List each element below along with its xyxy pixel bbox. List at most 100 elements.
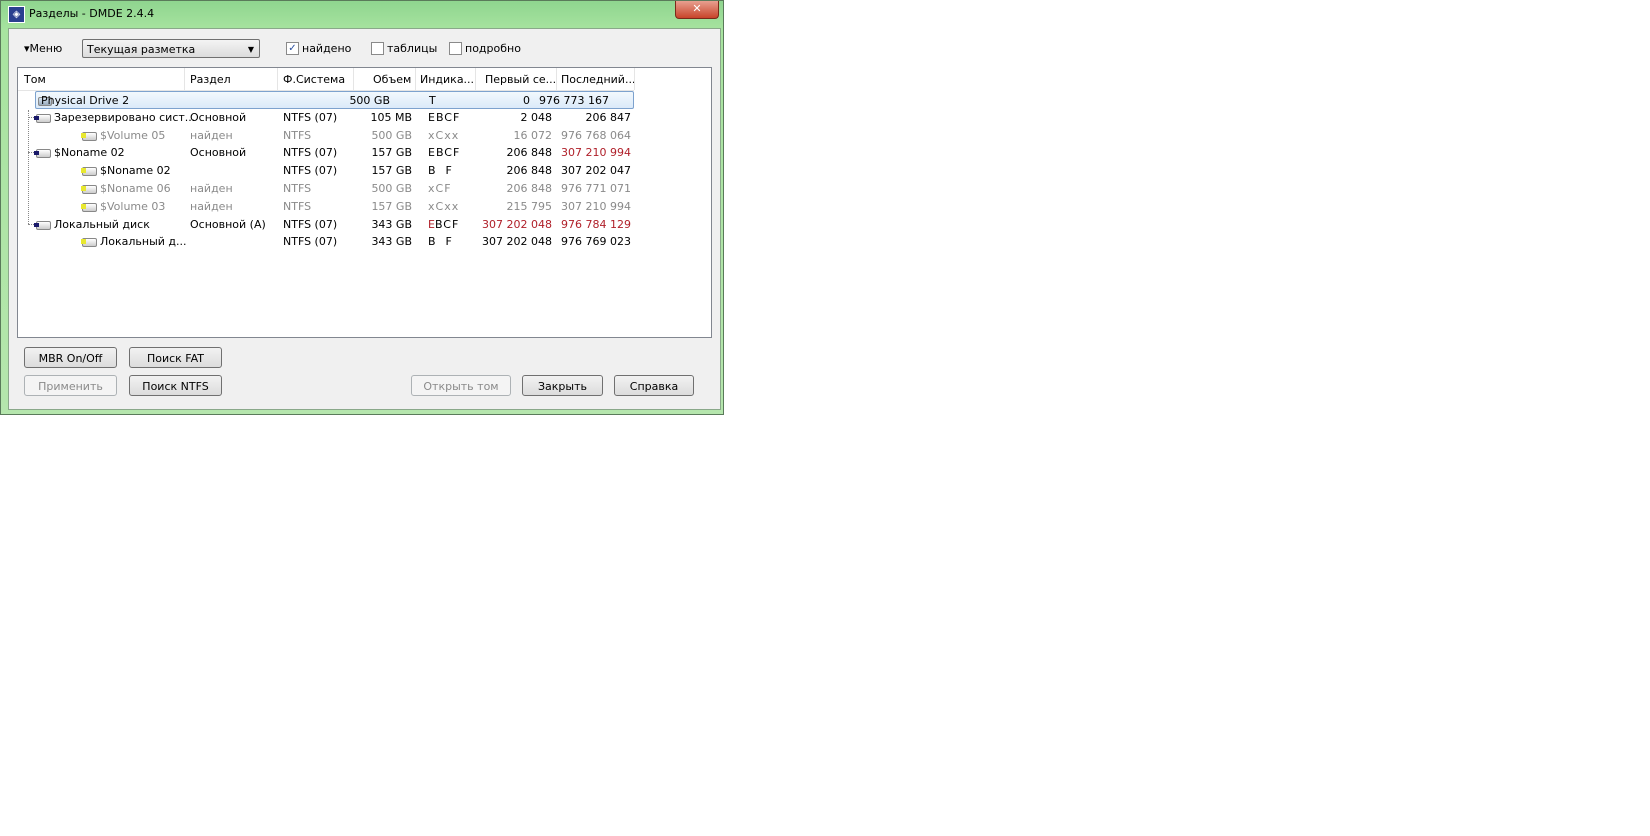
file-system: NTFS (07): [283, 110, 338, 124]
checkbox-tables[interactable]: таблицы: [371, 42, 437, 55]
indicators: B F: [428, 162, 453, 179]
help-button[interactable]: Справка: [614, 375, 694, 396]
checkbox-label: найдено: [302, 42, 352, 55]
volume-name: Physical Drive 2: [41, 94, 130, 107]
column-header-partition[interactable]: Раздел: [190, 73, 231, 86]
column-divider[interactable]: [475, 68, 476, 90]
indicator-error: E: [428, 217, 435, 231]
table-row[interactable]: $Noname 02 NTFS (07) 157 GB B F 206 848 307 2…: [18, 162, 638, 179]
file-system: NTFS (07): [283, 217, 338, 231]
partition-icon: [34, 220, 51, 230]
volume-name: Зарезервировано сист...: [54, 110, 196, 124]
partition-icon: [34, 149, 51, 159]
column-header-indicators[interactable]: Индика...: [420, 73, 474, 86]
volume-icon: [81, 167, 97, 177]
size: 343 GB: [371, 217, 412, 231]
first-sector: 206 848: [506, 164, 553, 178]
indicators: xCF: [428, 180, 452, 197]
column-header-size[interactable]: Объем: [373, 73, 411, 86]
table-row[interactable]: $Noname 02 Основной NTFS (07) 157 GB EBCF 206…: [18, 144, 638, 161]
menu-button[interactable]: ▾Меню: [24, 42, 62, 55]
checkbox-found[interactable]: ✓ найдено: [286, 42, 351, 55]
indicator-flags: xCF: [428, 182, 452, 195]
column-divider[interactable]: [634, 68, 635, 90]
indicator-flags: xCxx: [428, 128, 460, 142]
indicators: EBCF: [428, 144, 460, 161]
last-sector: 976 771 071: [561, 182, 631, 195]
column-divider[interactable]: [556, 68, 557, 90]
column-header-volume[interactable]: Том: [24, 73, 46, 86]
partitions-list[interactable]: Том Раздел Ф.Система Объем Индика... Пер…: [17, 67, 712, 338]
checkbox-label: подробно: [465, 42, 521, 55]
table-row[interactable]: Зарезервировано сист... Основной NTFS (07)…: [18, 109, 638, 126]
table-row[interactable]: $Noname 06 найден NTFS 500 GB xCF 206 848 976 …: [18, 180, 638, 197]
dropdown-value: Текущая разметка: [87, 43, 196, 56]
open-volume-button[interactable]: Открыть том: [411, 375, 511, 396]
volume-icon: [81, 131, 97, 141]
first-sector: 2 048: [520, 110, 553, 124]
size: 157 GB: [371, 146, 412, 160]
layout-dropdown[interactable]: Текущая разметка ▼: [82, 39, 260, 58]
column-header-first-sector[interactable]: Первый се...: [485, 73, 556, 86]
column-divider[interactable]: [277, 68, 278, 90]
window-title: Разделы - DMDE 2.4.4: [29, 7, 155, 20]
last-sector: 976 769 023: [561, 235, 631, 249]
file-system: NTFS (07): [283, 164, 338, 178]
last-sector: 976 773 167: [539, 94, 609, 107]
last-sector: 976 784 129: [561, 217, 631, 231]
volume-name: $Noname 06: [100, 182, 171, 195]
file-system: NTFS (07): [283, 235, 338, 249]
indicators: T: [429, 92, 437, 109]
indicator-flags: T: [429, 94, 437, 107]
checkbox-detailed[interactable]: подробно: [449, 42, 521, 55]
size: 157 GB: [371, 199, 412, 213]
first-sector: 307 202 048: [482, 235, 552, 249]
column-header-fs[interactable]: Ф.Система: [283, 73, 345, 86]
indicator-flags: B F: [428, 235, 453, 249]
last-sector: 307 202 047: [561, 164, 631, 178]
indicators: EBCF: [428, 216, 459, 233]
indicators: xCxx: [428, 127, 459, 144]
file-system: NTFS: [283, 182, 312, 195]
file-system: NTFS (07): [283, 146, 338, 160]
table-row[interactable]: Physical Drive 2 500 GB T 0 976 773 167: [35, 91, 634, 109]
close-window-button[interactable]: ✕: [675, 1, 719, 19]
indicator-flags: EBCF: [428, 110, 461, 124]
column-divider[interactable]: [184, 68, 185, 90]
last-sector: 307 210 994: [561, 146, 631, 160]
close-button[interactable]: Закрыть: [522, 375, 603, 396]
indicators: EBCF: [428, 109, 460, 126]
checkbox-box[interactable]: ✓: [286, 42, 299, 55]
partition-icon: [34, 113, 51, 123]
indicator-flags: B F: [428, 164, 453, 178]
apply-button[interactable]: Применить: [24, 375, 117, 396]
column-divider[interactable]: [353, 68, 354, 90]
column-header-last-sector[interactable]: Последний...: [561, 73, 635, 86]
search-fat-button[interactable]: Поиск FAT: [129, 347, 222, 368]
volume-name: $Volume 05: [100, 128, 166, 142]
column-divider[interactable]: [415, 68, 416, 90]
volume-name: $Volume 03: [100, 199, 166, 213]
app-icon: ◈: [8, 6, 25, 23]
checkbox-box[interactable]: [371, 42, 384, 55]
last-sector: 976 768 064: [561, 128, 631, 142]
table-row[interactable]: $Volume 05 найден NTFS 500 GB xCxx 16 072 976 …: [18, 127, 638, 144]
first-sector: 0: [523, 94, 530, 107]
file-system: NTFS: [283, 128, 312, 142]
client-area: ▾Меню Текущая разметка ▼ ✓ найдено таблицы…: [8, 28, 721, 410]
first-sector: 206 848: [506, 182, 553, 195]
size: 105 MB: [370, 110, 412, 124]
mbr-toggle-button[interactable]: MBR On/Off: [24, 347, 117, 368]
search-ntfs-button[interactable]: Поиск NTFS: [129, 375, 222, 396]
volume-name: $Noname 02: [54, 146, 125, 160]
table-row[interactable]: Локальный д... NTFS (07) 343 GB B F 307 202 …: [18, 233, 638, 250]
indicator-flags: xCxx: [428, 199, 460, 213]
size: 500 GB: [371, 182, 412, 195]
size: 343 GB: [371, 235, 412, 249]
first-sector: 16 072: [513, 128, 553, 142]
list-header: Том Раздел Ф.Система Объем Индика... Пер…: [18, 68, 635, 91]
table-row[interactable]: $Volume 03 найден NTFS 157 GB xCxx 215 795 307…: [18, 198, 638, 215]
checkbox-box[interactable]: [449, 42, 462, 55]
partition-type: найден: [190, 199, 233, 213]
table-row[interactable]: Локальный диск Основной (A) NTFS (07) 343 G…: [18, 216, 638, 233]
